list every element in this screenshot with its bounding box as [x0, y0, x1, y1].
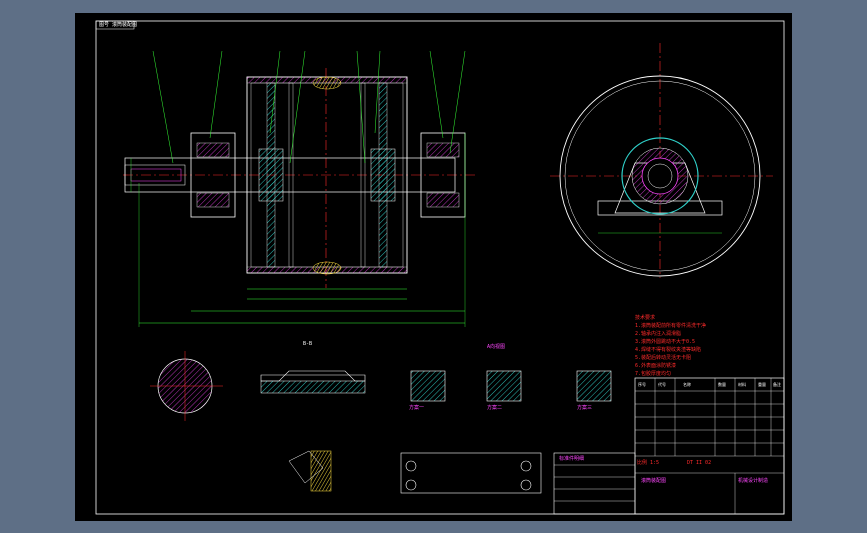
- view-label-2: 方案二: [487, 405, 503, 411]
- bom-header-6: 重量: [758, 382, 766, 387]
- detail-label-section: B-B: [303, 341, 313, 347]
- bom-header-3: 名称: [683, 382, 691, 387]
- corner-tag: 图号 滚筒装配图: [99, 22, 138, 28]
- drawing-border: [95, 20, 785, 515]
- tech-note: 2.轴承内注入润滑脂: [635, 331, 682, 337]
- tech-note: 4.焊缝不得有裂纹夹渣等缺陷: [635, 347, 702, 353]
- company-name: 机械设计制造: [738, 478, 769, 484]
- scale-text: 比例 1:5: [637, 460, 660, 466]
- view-label-1: 方案一: [409, 405, 425, 411]
- detail-views: [150, 351, 612, 494]
- cad-viewport[interactable]: 图号 滚筒装配图 技术要求 1.滚筒装配前所有零件清洗干净 2.轴承内注入润滑脂…: [75, 13, 792, 521]
- tech-note: 1.滚筒装配前所有零件清洗干净: [635, 323, 707, 329]
- bom-header-5: 材料: [738, 382, 746, 387]
- bom-header-7: 备注: [773, 382, 781, 387]
- cad-drawing: [95, 20, 785, 515]
- main-assembly-view: [123, 50, 475, 327]
- side-view: [550, 43, 773, 278]
- bom-header-1: 序号: [638, 382, 646, 387]
- tech-note: 5.装配后转动灵活无卡阻: [635, 355, 692, 361]
- drawing-number: DT II 02: [687, 460, 712, 466]
- left-block-title: 标准件明细: [559, 456, 585, 462]
- bom-header-4: 数量: [718, 382, 726, 387]
- detail-label-view: A向视图: [487, 344, 506, 350]
- view-label-3: 方案三: [577, 405, 593, 411]
- bom-header-2: 代号: [658, 382, 666, 387]
- drawing-title: 滚筒装配图: [641, 478, 667, 484]
- tech-note: 6.外表面涂防锈漆: [635, 363, 677, 369]
- tech-notes-title: 技术要求: [635, 315, 656, 321]
- tech-note: 3.滚筒外圆跳动不大于0.5: [635, 339, 696, 345]
- tech-note: 7.包胶厚度均匀: [635, 371, 672, 377]
